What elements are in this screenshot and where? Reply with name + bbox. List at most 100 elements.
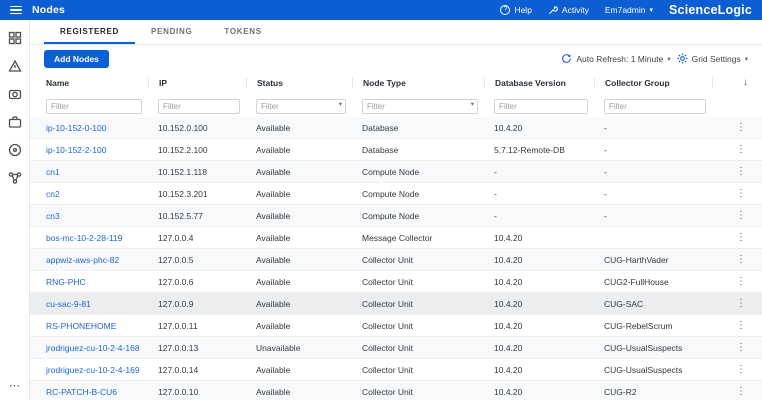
filter-row: ▾ ▾ [30,93,762,117]
node-database-version: - [484,211,594,221]
row-actions-kebab-icon[interactable]: ⋮ [734,122,748,133]
node-ip: 127.0.0.4 [148,233,246,243]
row-actions-kebab-icon[interactable]: ⋮ [734,364,748,375]
activity-label: Activity [562,5,589,15]
row-actions-kebab-icon[interactable]: ⋮ [734,320,748,331]
grid-settings-control[interactable]: Grid Settings ▾ [677,53,748,64]
row-actions-kebab-icon[interactable]: ⋮ [734,342,748,353]
node-status: Available [246,255,352,265]
network-nodes-icon [8,171,22,185]
node-database-version: 10.4.20 [484,255,594,265]
node-name-link[interactable]: cu-sac-9-81 [46,299,91,309]
node-name-link[interactable]: jrodriguez-cu-10-2-4-169 [46,365,140,375]
chevron-down-icon: ▾ [667,55,670,63]
row-actions-kebab-icon[interactable]: ⋮ [734,188,748,199]
tab-tokens[interactable]: TOKENS [208,20,277,44]
filter-select-node-type[interactable] [362,99,478,114]
node-database-version: - [484,189,594,199]
add-nodes-button[interactable]: Add Nodes [44,50,109,68]
filter-input-collector-group[interactable] [604,99,706,114]
row-actions-kebab-icon[interactable]: ⋮ [734,386,748,397]
node-name-link[interactable]: cn3 [46,211,60,221]
node-status: Available [246,233,352,243]
node-name-link[interactable]: appwiz-aws-phc-82 [46,255,119,265]
column-header-ip[interactable]: IP [148,78,246,88]
filter-select-status[interactable] [256,99,346,114]
user-menu[interactable]: Em7admin ▾ [605,5,653,15]
node-name-link[interactable]: ip-10-152-2-100 [46,145,106,155]
node-type: Collector Unit [352,387,484,397]
node-name-link[interactable]: cn2 [46,189,60,199]
filter-input-database-version[interactable] [494,99,588,114]
table-row: RNG-PHC 127.0.0.6 Available Collector Un… [30,271,762,293]
node-collector-group: CUG-SAC [594,299,712,309]
filter-input-name[interactable] [46,99,142,114]
row-actions-kebab-icon[interactable]: ⋮ [734,298,748,309]
gear-icon [677,53,688,64]
chevron-down-icon: ▾ [649,7,653,14]
row-actions-kebab-icon[interactable]: ⋮ [734,166,748,177]
row-actions-kebab-icon[interactable]: ⋮ [734,232,748,243]
node-status: Available [246,387,352,397]
node-collector-group: CUG2-FullHouse [594,277,712,287]
column-header-status[interactable]: Status [246,78,352,88]
help-button[interactable]: ? Help [500,5,531,15]
row-actions-kebab-icon[interactable]: ⋮ [734,144,748,155]
node-ip: 127.0.0.9 [148,299,246,309]
node-collector-group: CUG-HarthVader [594,255,712,265]
table-row: cn1 10.152.1.118 Available Compute Node … [30,161,762,183]
node-status: Available [246,277,352,287]
table-row: cn3 10.152.5.77 Available Compute Node -… [30,205,762,227]
auto-refresh-label: Auto Refresh: 1 Minute [576,54,663,64]
camera-icon [8,87,22,101]
sidebar-item-machine-learning[interactable] [7,142,22,157]
row-actions-kebab-icon[interactable]: ⋮ [734,254,748,265]
sidebar-more-icon[interactable]: ⋯ [9,379,20,392]
node-collector-group: CUG-UsualSuspects [594,343,712,353]
node-status: Unavailable [246,343,352,353]
table-row: jrodriguez-cu-10-2-4-168 127.0.0.13 Unav… [30,337,762,359]
node-name-link[interactable]: jrodriguez-cu-10-2-4-168 [46,343,140,353]
filter-input-ip[interactable] [158,99,240,114]
node-name-link[interactable]: RC-PATCH-B-CU6 [46,387,117,397]
tab-registered[interactable]: REGISTERED [44,20,135,44]
table-body: ip-10-152-0-100 10.152.0.100 Available D… [30,117,762,400]
auto-refresh-control[interactable]: Auto Refresh: 1 Minute ▾ [561,53,670,64]
node-database-version: 10.4.20 [484,299,594,309]
table-row: ip-10-152-2-100 10.152.2.100 Available D… [30,139,762,161]
node-ip: 10.152.2.100 [148,145,246,155]
table-row: RS-PHONEHOME 127.0.0.11 Available Collec… [30,315,762,337]
table-row: RC-PATCH-B-CU6 127.0.0.10 Available Coll… [30,381,762,400]
table-header-row: Name IP Status Node Type Database Versio… [30,72,762,93]
node-type: Compute Node [352,167,484,177]
node-ip: 10.152.0.100 [148,123,246,133]
node-type: Message Collector [352,233,484,243]
node-type: Database [352,145,484,155]
node-collector-group: CUG-RebelScrum [594,321,712,331]
tab-bar: REGISTERED PENDING TOKENS [30,20,762,45]
sidebar-item-events[interactable] [7,58,22,73]
activity-button[interactable]: Activity [548,5,589,15]
node-name-link[interactable]: cn1 [46,167,60,177]
column-header-name[interactable]: Name [30,78,148,88]
column-header-database-version[interactable]: Database Version [484,78,594,88]
node-collector-group: - [594,167,712,177]
node-name-link[interactable]: RS-PHONEHOME [46,321,116,331]
node-name-link[interactable]: ip-10-152-0-100 [46,123,106,133]
hamburger-menu-icon[interactable] [10,6,22,15]
sidebar-item-dashboards[interactable] [7,30,22,45]
tab-pending[interactable]: PENDING [135,20,208,44]
sidebar-item-maps[interactable] [7,170,22,185]
user-label: Em7admin [605,5,646,15]
row-actions-kebab-icon[interactable]: ⋮ [734,276,748,287]
download-icon[interactable]: ↓ [743,77,748,88]
row-actions-kebab-icon[interactable]: ⋮ [734,210,748,221]
node-status: Available [246,123,352,133]
column-header-node-type[interactable]: Node Type [352,78,484,88]
sidebar-item-devices[interactable] [7,86,22,101]
node-name-link[interactable]: RNG-PHC [46,277,86,287]
node-collector-group: - [594,123,712,133]
column-header-collector-group[interactable]: Collector Group [594,78,712,88]
sidebar-item-business-services[interactable] [7,114,22,129]
node-name-link[interactable]: bos-mc-10-2-28-119 [46,233,122,243]
